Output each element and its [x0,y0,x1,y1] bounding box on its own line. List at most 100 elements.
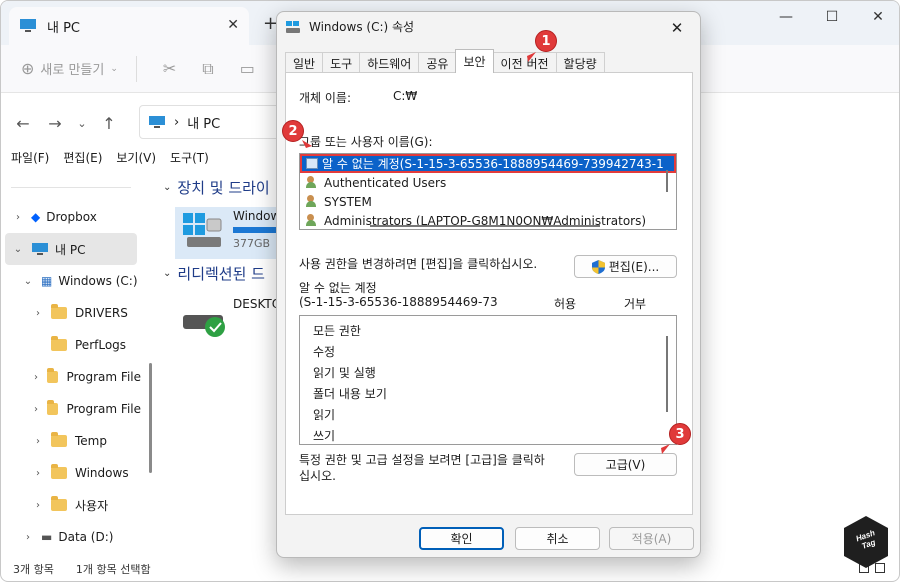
dialog-close-icon[interactable]: ✕ [662,16,692,40]
folder-icon [47,400,59,415]
sidebar-scrollbar[interactable] [149,363,152,473]
sidebar-item-label: Program File [66,402,141,416]
sidebar-item-windows[interactable]: › Windows [1,457,141,489]
chevron-right-icon[interactable]: › [31,436,45,447]
chevron-right-icon[interactable]: › [31,468,45,479]
menu-edit[interactable]: 편집(E) [63,149,102,171]
breadcrumb: 내 PC [187,116,221,132]
sidebar-item-temp[interactable]: › Temp [1,425,141,457]
back-arrow-icon[interactable]: ← [7,114,39,133]
chevron-down-icon[interactable]: ⌄ [11,244,25,255]
sidebar-item-program-files-x86[interactable]: › Program File [1,393,141,425]
tab-strip: 일반 도구 하드웨어 공유 보안 이전 버전 할당량 [285,49,605,73]
dialog-title-bar: Windows (C:) 속성 [285,18,414,35]
permission-row: 모든 권한 [300,320,676,341]
tab-general[interactable]: 일반 [285,52,324,73]
unknown-account-icon [306,158,318,169]
windows-drive-icon [183,213,222,247]
sidebar-item-users[interactable]: › 사용자 [1,489,141,521]
security-panel: 개체 이름: C:₩ 그룹 또는 사용자 이름(G): 알 수 없는 계정(S-… [285,72,693,515]
sidebar-item-data-d[interactable]: › ▬ Data (D:) [1,521,141,553]
sidebar-item-perflogs[interactable]: PerfLogs [1,329,141,361]
tab-security[interactable]: 보안 [455,49,494,73]
menu-tools[interactable]: 도구(T) [170,149,209,171]
groups-label: 그룹 또는 사용자 이름(G): [299,135,433,149]
close-icon[interactable]: ✕ [855,1,899,33]
tab-quota[interactable]: 할당량 [555,52,605,73]
sidebar-item-label: Data (D:) [58,530,114,544]
edit-button[interactable]: 편집(E)... [574,255,677,278]
list-item-label: SYSTEM [324,194,372,209]
desktop-share-label: DESKTO [233,297,282,311]
maximize-icon[interactable]: ☐ [809,1,855,33]
status-bar: 3개 항목 1개 항목 선택함 [13,561,151,577]
tab-title: 내 PC [47,20,81,36]
tab-tools[interactable]: 도구 [322,52,361,73]
chevron-right-icon[interactable]: › [31,308,45,319]
advanced-hint-line1: 특정 권한 및 고급 설정을 보려면 [고급]을 클릭하 [299,453,545,467]
permission-label: 읽기 및 실행 [313,366,376,380]
dialog-title: Windows (C:) 속성 [309,20,415,34]
tab-hardware[interactable]: 하드웨어 [359,52,420,73]
permissions-scrollbar[interactable] [666,336,668,412]
address-bar[interactable]: › 내 PC [139,105,281,139]
forward-arrow-icon[interactable]: → [39,114,71,133]
sidebar-item-this-pc[interactable]: ⌄ 내 PC [5,233,137,265]
folder-icon [51,336,67,351]
up-arrow-icon[interactable]: ↑ [93,114,125,133]
sidebar-item-label: 내 PC [55,242,86,257]
group-user-list[interactable]: 알 수 없는 계정(S-1-15-3-65536-1888954469-7399… [299,153,677,230]
apply-button[interactable]: 적용(A) [609,527,694,550]
users-icon [306,214,320,227]
list-item-unknown-account[interactable]: 알 수 없는 계정(S-1-15-3-65536-1888954469-7399… [300,154,676,173]
new-button[interactable]: ⊕ 새로 만들기 ⌄ [21,59,118,78]
cancel-button[interactable]: 취소 [515,527,600,550]
sidebar-item-label: Program File [66,370,141,384]
tab-this-pc[interactable]: 내 PC ✕ [9,7,249,45]
sidebar-item-drivers[interactable]: › DRIVERS [1,297,141,329]
permission-row: 쓰기 [300,425,676,444]
breadcrumb-chevron-icon: › [174,114,180,130]
tab-sharing[interactable]: 공유 [418,52,457,73]
ok-button-label: 확인 [450,532,473,546]
pc-icon [149,116,165,128]
drive-c-label: Window [233,209,281,223]
permission-label: 수정 [313,345,336,359]
cut-icon[interactable]: ✂ [163,59,176,78]
list-horizontal-scrollbar[interactable] [370,225,600,227]
sidebar-item-label: DRIVERS [75,306,128,320]
toolbar-divider [135,55,137,82]
list-vertical-scrollbar[interactable] [666,170,668,192]
copy-icon[interactable]: ⧉ [202,59,213,79]
ok-button[interactable]: 확인 [419,527,504,550]
sidebar-item-label: Windows (C:) [58,274,138,288]
paste-icon[interactable]: ▭ [240,59,255,78]
chevron-right-icon[interactable]: › [31,500,45,511]
menu-file[interactable]: 파일(F) [11,149,49,171]
permissions-for-label: 알 수 없는 계정 [299,281,377,295]
minimize-icon[interactable]: — [763,1,809,33]
list-item-system[interactable]: SYSTEM [300,192,676,211]
section-redirected[interactable]: ⌄ 리디렉션된 드 [163,263,265,284]
chevron-right-icon[interactable]: › [11,212,25,223]
menu-divider [11,187,131,188]
chevron-down-icon[interactable]: ⌄ [21,276,35,287]
pc-icon [20,19,36,32]
chevron-right-icon[interactable]: › [21,532,35,543]
chevron-right-icon[interactable]: › [31,372,41,383]
sidebar-item-label: Windows [75,466,129,480]
chevron-right-icon[interactable]: › [31,404,41,415]
section-devices-drives[interactable]: ⌄ 장치 및 드라이 [163,177,283,198]
status-selected-count: 1개 항목 선택함 [75,563,151,576]
sidebar-item-windows-c[interactable]: ⌄ ▦ Windows (C:) [1,265,141,297]
tab-close-icon[interactable]: ✕ [227,17,239,33]
permission-row: 수정 [300,341,676,362]
sidebar-item-dropbox[interactable]: › ◆ Dropbox [1,201,141,233]
sidebar-item-program-files[interactable]: › Program File [1,361,141,393]
list-item-administrators[interactable]: Administrators (LAPTOP-G8M1N0ON₩Administ… [300,211,676,229]
permissions-list: 모든 권한 수정 읽기 및 실행 폴더 내용 보기 읽기 쓰기 [299,315,677,445]
list-item-authenticated-users[interactable]: Authenticated Users [300,173,676,192]
pc-icon [32,243,48,255]
menu-view[interactable]: 보기(V) [116,149,156,171]
recent-chevron-icon[interactable]: ⌄ [71,117,93,130]
